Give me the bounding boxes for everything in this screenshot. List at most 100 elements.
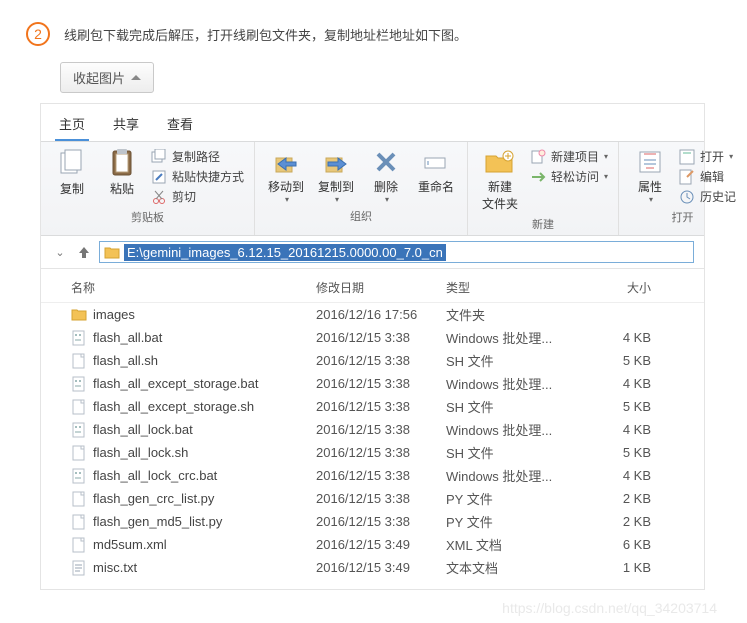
- file-size: 5 KB: [571, 445, 651, 460]
- column-header-type[interactable]: 类型: [446, 279, 571, 296]
- file-type-icon: [71, 422, 87, 438]
- file-type-icon: [71, 560, 87, 576]
- ribbon-group-label-new: 新建: [532, 214, 554, 232]
- tab-share[interactable]: 共享: [109, 110, 143, 141]
- file-date: 2016/12/15 3:38: [316, 445, 446, 460]
- column-header-size[interactable]: 大小: [571, 279, 651, 296]
- easy-access-icon: [530, 169, 546, 185]
- tab-view[interactable]: 查看: [163, 110, 197, 141]
- file-type: SH 文件: [446, 397, 571, 416]
- file-type-icon: [71, 491, 87, 507]
- file-size: 2 KB: [571, 514, 651, 529]
- file-type-icon: [71, 353, 87, 369]
- collapse-image-button[interactable]: 收起图片: [60, 62, 154, 93]
- file-name: flash_gen_crc_list.py: [93, 491, 214, 506]
- file-row[interactable]: md5sum.xml 2016/12/15 3:49XML 文档6 KB: [41, 533, 704, 556]
- file-date: 2016/12/15 3:38: [316, 468, 446, 483]
- file-date: 2016/12/15 3:38: [316, 422, 446, 437]
- file-row[interactable]: images2016/12/16 17:56文件夹: [41, 303, 704, 326]
- file-name: flash_all_except_storage.bat: [93, 376, 259, 391]
- new-folder-button[interactable]: 新建 文件夹: [476, 146, 524, 214]
- file-date: 2016/12/15 3:38: [316, 376, 446, 391]
- file-name: flash_all.bat: [93, 330, 162, 345]
- column-header-name[interactable]: 名称: [71, 279, 316, 296]
- nav-chevron-down-icon[interactable]: ⌄: [51, 243, 69, 261]
- file-name: flash_all.sh: [93, 353, 158, 368]
- properties-button[interactable]: 属性▾: [627, 146, 673, 206]
- new-item-button[interactable]: 新建项目▾: [530, 148, 608, 165]
- ribbon-group-clipboard: 复制 粘贴 复制路径 粘贴快捷方式: [41, 142, 255, 235]
- paste-icon: [108, 148, 136, 178]
- file-date: 2016/12/16 17:56: [316, 307, 446, 322]
- file-date: 2016/12/15 3:38: [316, 491, 446, 506]
- file-type-icon: [71, 537, 87, 553]
- delete-button[interactable]: 删除▾: [363, 146, 409, 206]
- file-type-icon: [71, 514, 87, 530]
- ribbon-group-new: 新建 文件夹 新建项目▾ 轻松访问▾ 新建: [468, 142, 619, 235]
- delete-icon: [372, 148, 400, 176]
- ribbon-toolbar: 复制 粘贴 复制路径 粘贴快捷方式: [41, 142, 704, 236]
- file-explorer-window: 主页 共享 查看 复制 粘贴 复制路径: [40, 103, 705, 590]
- file-date: 2016/12/15 3:49: [316, 537, 446, 552]
- file-type-icon: [71, 307, 87, 323]
- address-field[interactable]: E:\gemini_images_6.12.15_20161215.0000.0…: [99, 241, 694, 263]
- file-row[interactable]: flash_all.bat2016/12/15 3:38Windows 批处理.…: [41, 326, 704, 349]
- new-folder-icon: [484, 148, 516, 176]
- copy-path-button[interactable]: 复制路径: [151, 148, 244, 165]
- open-button[interactable]: 打开▾: [679, 148, 736, 165]
- step-number-badge: 2: [26, 22, 50, 46]
- file-name: flash_all_except_storage.sh: [93, 399, 254, 414]
- file-row[interactable]: flash_gen_crc_list.py2016/12/15 3:38PY 文…: [41, 487, 704, 510]
- ribbon-group-label-open: 打开: [672, 207, 694, 225]
- paste-button[interactable]: 粘贴: [99, 146, 145, 199]
- ribbon-group-label-clipboard: 剪贴板: [131, 207, 164, 225]
- copy-to-icon: [322, 148, 350, 176]
- file-size: 4 KB: [571, 422, 651, 437]
- file-size: 4 KB: [571, 330, 651, 345]
- history-button[interactable]: 历史记: [679, 188, 736, 205]
- move-to-icon: [272, 148, 300, 176]
- chevron-up-icon: [131, 74, 141, 82]
- file-type: PY 文件: [446, 512, 571, 531]
- move-to-button[interactable]: 移动到▾: [263, 146, 309, 206]
- file-type: XML 文档: [446, 535, 571, 554]
- file-name: md5sum.xml: [93, 537, 167, 552]
- folder-icon: [104, 245, 120, 259]
- file-name: images: [93, 307, 135, 322]
- arrow-up-icon: [77, 245, 91, 259]
- file-type-icon: [71, 376, 87, 392]
- file-row[interactable]: flash_all_except_storage.sh2016/12/15 3:…: [41, 395, 704, 418]
- watermark-text: https://blog.csdn.net/qq_34203714: [0, 600, 747, 616]
- file-list: 名称 修改日期 类型 大小 images2016/12/16 17:56文件夹f…: [41, 269, 704, 589]
- file-row[interactable]: flash_gen_md5_list.py2016/12/15 3:38PY 文…: [41, 510, 704, 533]
- file-type: Windows 批处理...: [446, 374, 571, 393]
- file-list-header: 名称 修改日期 类型 大小: [41, 275, 704, 303]
- cut-icon: [151, 189, 167, 205]
- copy-icon: [58, 148, 86, 178]
- paste-shortcut-button[interactable]: 粘贴快捷方式: [151, 168, 244, 185]
- file-size: 6 KB: [571, 537, 651, 552]
- file-row[interactable]: misc.txt2016/12/15 3:49文本文档1 KB: [41, 556, 704, 579]
- file-row[interactable]: flash_all_lock_crc.bat2016/12/15 3:38Win…: [41, 464, 704, 487]
- file-size: 5 KB: [571, 353, 651, 368]
- file-row[interactable]: flash_all_lock.bat2016/12/15 3:38Windows…: [41, 418, 704, 441]
- rename-button[interactable]: 重命名: [413, 146, 459, 197]
- file-type: Windows 批处理...: [446, 466, 571, 485]
- file-row[interactable]: flash_all.sh2016/12/15 3:38SH 文件5 KB: [41, 349, 704, 372]
- file-type: Windows 批处理...: [446, 420, 571, 439]
- nav-up-button[interactable]: [75, 243, 93, 261]
- open-icon: [679, 149, 695, 165]
- file-type: SH 文件: [446, 443, 571, 462]
- file-type: Windows 批处理...: [446, 328, 571, 347]
- cut-button[interactable]: 剪切: [151, 188, 244, 205]
- tab-home[interactable]: 主页: [55, 110, 89, 141]
- file-row[interactable]: flash_all_lock.sh2016/12/15 3:38SH 文件5 K…: [41, 441, 704, 464]
- easy-access-button[interactable]: 轻松访问▾: [530, 168, 608, 185]
- file-type-icon: [71, 445, 87, 461]
- edit-button[interactable]: 编辑: [679, 168, 736, 185]
- file-type: SH 文件: [446, 351, 571, 370]
- file-row[interactable]: flash_all_except_storage.bat 2016/12/15 3…: [41, 372, 704, 395]
- column-header-date[interactable]: 修改日期: [316, 279, 446, 296]
- copy-to-button[interactable]: 复制到▾: [313, 146, 359, 206]
- copy-button[interactable]: 复制: [49, 146, 95, 199]
